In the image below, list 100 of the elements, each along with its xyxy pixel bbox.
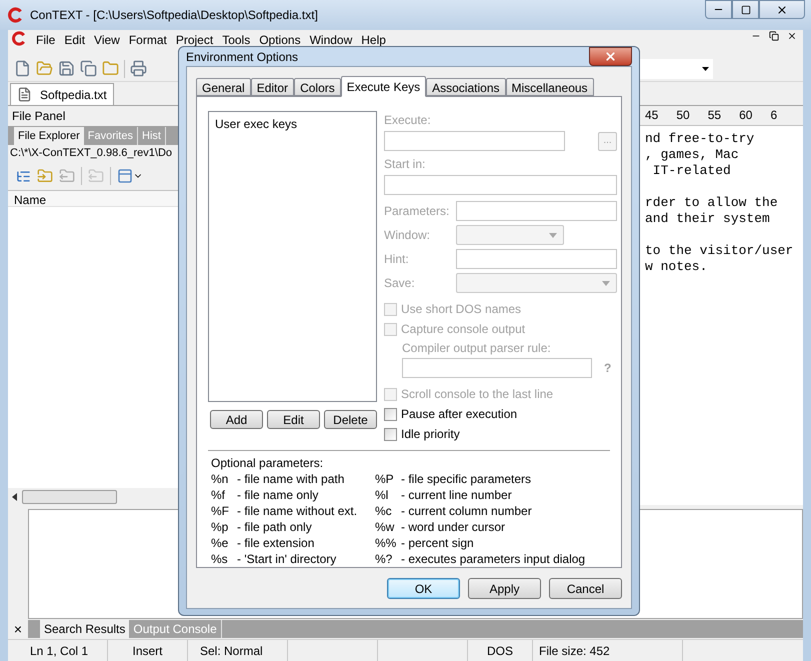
status-cell: DOS — [468, 640, 533, 661]
app-logo-icon — [12, 31, 27, 46]
folder-icon[interactable] — [102, 60, 119, 77]
list-item[interactable]: User exec keys — [215, 115, 370, 133]
tab[interactable]: Editor — [250, 78, 294, 96]
parameter-code: %e — [211, 535, 230, 551]
parameter-description: - 'Start in' directory — [237, 551, 336, 567]
dropdown-arrow-icon — [549, 232, 557, 238]
menu-item[interactable]: Tools — [222, 31, 250, 49]
parameter-code: %P — [375, 471, 395, 487]
ruler-number: 60 — [739, 107, 752, 124]
parameter-description: - word under cursor — [401, 519, 506, 535]
parameter-description: - percent sign — [401, 535, 474, 551]
dialog-button[interactable]: Cancel — [549, 578, 622, 599]
parameter-description: - current line number — [401, 487, 512, 503]
checkbox[interactable] — [384, 408, 397, 420]
status-cell: Ln 1, Col 1 — [8, 640, 108, 661]
parameter-description: - file name only — [237, 487, 318, 503]
parameter-code: %n — [211, 471, 230, 487]
list-button[interactable]: Delete — [324, 410, 377, 429]
text-line: to the visitor/user — [645, 243, 794, 259]
text-line: and their system — [645, 211, 771, 227]
menu-item[interactable]: Format — [128, 31, 167, 49]
dropdown-field[interactable] — [456, 273, 617, 293]
text-line: rder to allow the — [645, 195, 779, 211]
parameter-code: %w — [375, 519, 396, 535]
text-line: nd free-to-try — [645, 131, 756, 147]
status-cell: File size: 452 — [533, 640, 683, 661]
list-button[interactable]: Edit — [267, 410, 320, 429]
close-icon[interactable] — [787, 31, 797, 41]
panel-tab[interactable]: Search Results — [40, 620, 130, 638]
menu-item[interactable]: Options — [259, 31, 301, 49]
parameter-code: %s — [211, 551, 229, 567]
text-line: , games, Mac — [645, 147, 740, 163]
field-label: Hint: — [384, 252, 409, 266]
dropdown-field[interactable] — [456, 225, 564, 245]
menu-item[interactable]: Edit — [64, 31, 86, 49]
parameter-code: %f — [211, 487, 226, 503]
dialog-button[interactable]: OK — [387, 578, 460, 599]
close-button[interactable] — [589, 47, 632, 66]
tree-icon[interactable] — [16, 168, 31, 184]
tab[interactable]: Associations — [426, 78, 506, 96]
app-logo-icon — [8, 7, 24, 23]
panel-tab[interactable]: File Explorer — [14, 127, 84, 145]
parameter-description: - file extension — [237, 535, 314, 551]
close-button[interactable] — [759, 0, 805, 19]
status-cell: Sel: Normal — [188, 640, 288, 661]
restore-icon[interactable] — [769, 31, 779, 41]
parameter-code: %c — [375, 503, 393, 519]
window-title: ConTEXT - [C:\Users\Softpedia\Desktop\Softpedia.txt] — [30, 7, 318, 24]
document-tab[interactable]: Softpedia.txt — [10, 83, 114, 105]
checkbox-label: Use short DOS names — [401, 301, 522, 318]
close-icon — [776, 4, 788, 16]
parameter-description: - file path only — [237, 519, 312, 535]
ruler-number: 55 — [708, 107, 722, 124]
field-label: Compiler output parser rule: — [402, 340, 552, 357]
parameter-description: - file specific parameters — [401, 471, 532, 487]
copy-icon[interactable] — [80, 60, 97, 77]
field-label: Window: — [384, 228, 430, 242]
ruler-number: 45 — [645, 107, 658, 124]
open-folder-icon[interactable] — [36, 60, 53, 77]
checkbox[interactable] — [384, 428, 397, 440]
maximize-icon — [740, 4, 750, 14]
save-icon[interactable] — [58, 60, 75, 77]
field-label: Save: — [384, 276, 415, 290]
parameter-code: %% — [375, 535, 398, 551]
checkbox-label: Pause after execution — [401, 406, 518, 423]
new-file-icon[interactable] — [14, 60, 31, 77]
field-label: Start in: — [384, 156, 426, 173]
close-icon — [604, 50, 617, 63]
dropdown-arrow-icon — [602, 280, 610, 286]
list-button[interactable]: Add — [210, 410, 263, 429]
parameter-description: - file name with path — [237, 471, 344, 487]
menu-item[interactable]: View — [94, 31, 120, 49]
dropdown-arrow-icon[interactable] — [702, 66, 709, 70]
folder-icon[interactable] — [59, 168, 75, 184]
checkbox-label: Idle priority — [401, 426, 460, 443]
tab[interactable]: Colors — [294, 78, 341, 96]
parameter-description: - executes parameters input dialog — [401, 551, 586, 567]
parameter-code: %? — [375, 551, 394, 567]
menu-item[interactable]: Help — [361, 31, 386, 49]
maximize-button[interactable] — [732, 0, 759, 19]
menu-item[interactable]: Project — [176, 31, 214, 49]
tab[interactable]: Execute Keys — [340, 76, 426, 97]
parameter-code: %F — [211, 503, 230, 519]
field-label: Parameters: — [384, 204, 450, 218]
view-icon[interactable] — [117, 168, 133, 184]
menu-item[interactable]: Window — [310, 31, 352, 49]
tab[interactable]: Miscellaneous — [506, 78, 594, 96]
dialog-title: Environment Options — [186, 48, 298, 66]
panel-title: File Panel — [11, 108, 66, 125]
folder-arrow-icon[interactable] — [37, 168, 53, 184]
text-line: IT-related — [652, 163, 732, 179]
dialog-button[interactable]: Apply — [468, 578, 541, 599]
tab[interactable]: General — [196, 78, 251, 96]
menu-item[interactable]: File — [36, 31, 56, 49]
print-icon[interactable] — [130, 60, 147, 77]
ruler-number: 50 — [676, 107, 690, 124]
status-cell: Insert — [108, 640, 188, 661]
path-label: C:\*\X-ConTEXT_0.98.6_rev1\Do — [10, 146, 172, 162]
